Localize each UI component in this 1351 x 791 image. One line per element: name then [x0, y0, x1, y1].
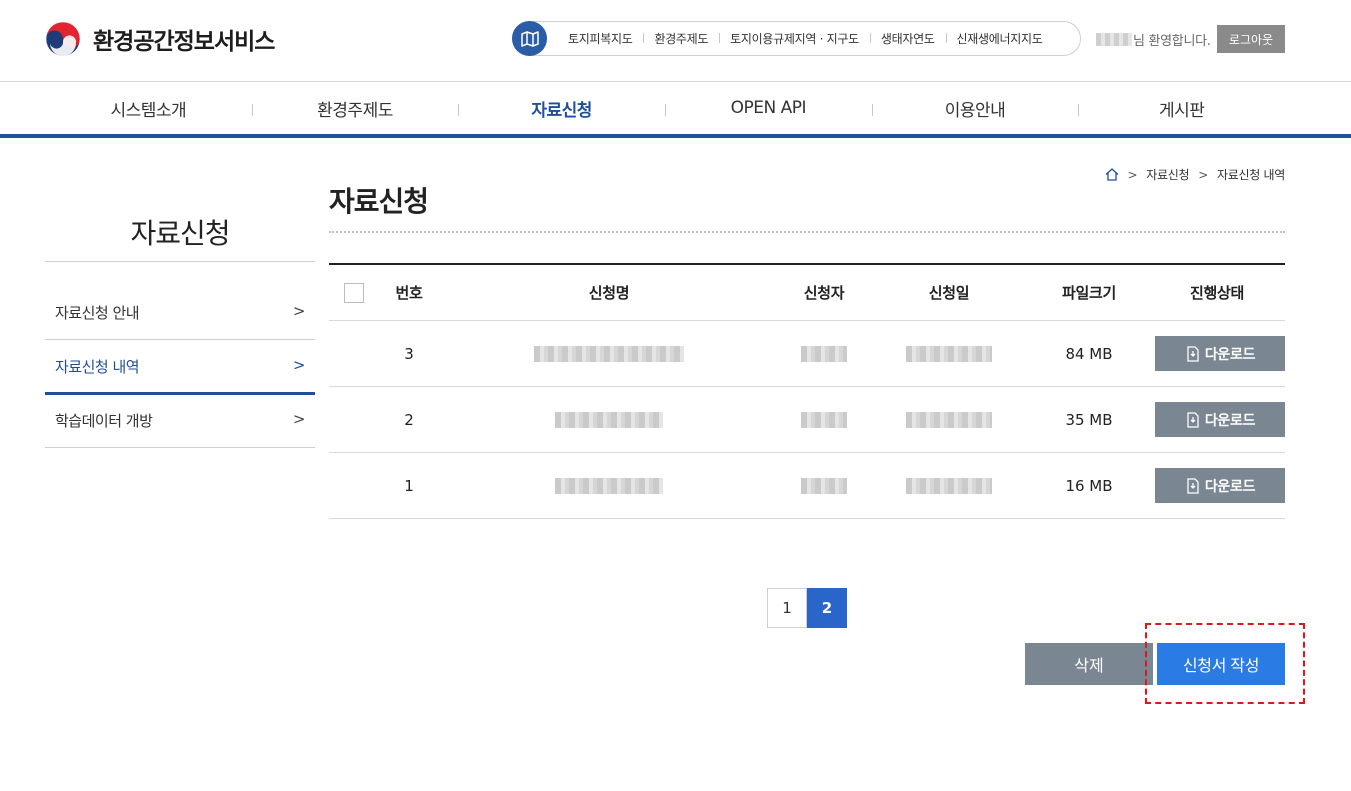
download-file-icon — [1187, 345, 1199, 362]
download-label: 다운로드 — [1204, 411, 1256, 428]
breadcrumb-item[interactable]: 자료신청 — [1146, 166, 1189, 183]
map-icon — [520, 30, 539, 47]
map-link-land-cover[interactable]: 토지피복지도 — [557, 30, 643, 47]
logout-button[interactable]: 로그아웃 — [1217, 25, 1285, 53]
nav-env-theme[interactable]: 환경주제도 — [251, 82, 459, 134]
date-redacted — [906, 477, 992, 494]
col-applicant: 신청자 — [803, 284, 845, 302]
chevron-right-icon: > — [292, 410, 306, 428]
side-menu-request-guide[interactable]: 자료신청 안내 > — [45, 286, 315, 340]
nav-open-api[interactable]: OPEN API — [665, 82, 872, 134]
applicant-redacted — [801, 477, 847, 494]
file-size: 84 MB — [1065, 344, 1113, 363]
col-request-name: 신청명 — [588, 284, 630, 302]
download-file-icon — [1187, 477, 1199, 494]
breadcrumb-current: 자료신청 내역 — [1217, 168, 1285, 182]
table-row[interactable]: 1 16 MB 다운로드 — [329, 453, 1285, 519]
request-history-table: 번호 신청명 신청자 신청일 파일크기 진행상태 3 84 MB 다운로드 2 — [329, 263, 1285, 519]
col-number: 번호 — [395, 284, 423, 302]
download-button[interactable]: 다운로드 — [1155, 402, 1285, 437]
map-link-env-theme[interactable]: 환경주제도 — [643, 30, 719, 47]
table-header: 번호 신청명 신청자 신청일 파일크기 진행상태 — [329, 265, 1285, 321]
download-button[interactable]: 다운로드 — [1155, 468, 1285, 503]
request-name-redacted — [555, 411, 663, 428]
date-redacted — [906, 411, 992, 428]
welcome-message: 님 환영합니다. — [1096, 30, 1211, 49]
highlight-box — [1145, 623, 1305, 704]
col-status: 진행상태 — [1189, 284, 1244, 302]
site-title: 환경공간정보서비스 — [93, 29, 275, 55]
title-divider — [329, 231, 1285, 233]
side-menu-title: 자료신청 — [130, 217, 230, 250]
select-all-checkbox[interactable] — [344, 282, 364, 303]
breadcrumb: > 자료신청 > 자료신청 내역 — [1105, 166, 1285, 183]
applicant-redacted — [801, 411, 847, 428]
row-number: 2 — [404, 410, 414, 429]
breadcrumb-separator: > — [1127, 167, 1138, 182]
table-row[interactable]: 3 84 MB 다운로드 — [329, 321, 1285, 387]
top-header: 환경공간정보서비스 토지피복지도 환경주제도 토지이용규제지역 · 지구도 생태… — [0, 0, 1351, 82]
map-link-renewable[interactable]: 신재생에너지지도 — [945, 30, 1054, 47]
row-number: 1 — [404, 476, 414, 495]
download-label: 다운로드 — [1204, 477, 1256, 494]
page-button-1[interactable]: 1 — [767, 588, 807, 628]
col-file-size: 파일크기 — [1061, 284, 1116, 302]
col-request-date: 신청일 — [928, 284, 970, 302]
government-emblem-icon — [45, 21, 81, 57]
map-links: 토지피복지도 환경주제도 토지이용규제지역 · 지구도 생태자연도 신재생에너지… — [557, 30, 1053, 47]
request-name-redacted — [555, 477, 663, 494]
page-button-2[interactable]: 2 — [807, 588, 847, 628]
chevron-right-icon: > — [292, 302, 306, 320]
site-logo[interactable]: 환경공간정보서비스 — [45, 21, 275, 57]
pagination: 1 2 — [767, 588, 847, 628]
file-size: 35 MB — [1065, 410, 1113, 429]
home-icon[interactable] — [1105, 168, 1119, 181]
main-navigation: 시스템소개 환경주제도 자료신청 OPEN API 이용안내 게시판 — [0, 82, 1351, 138]
map-icon-button[interactable] — [512, 21, 547, 56]
download-button[interactable]: 다운로드 — [1155, 336, 1285, 371]
breadcrumb-separator: > — [1198, 167, 1209, 182]
request-name-redacted — [534, 345, 684, 362]
side-menu-training-data[interactable]: 학습데이터 개방 > — [45, 394, 315, 448]
table-row[interactable]: 2 35 MB 다운로드 — [329, 387, 1285, 453]
nav-system-intro[interactable]: 시스템소개 — [45, 82, 252, 134]
welcome-text: 님 환영합니다. — [1133, 34, 1211, 49]
user-name-redacted — [1096, 33, 1132, 46]
nav-board[interactable]: 게시판 — [1078, 82, 1285, 134]
chevron-right-icon: > — [292, 356, 306, 374]
download-label: 다운로드 — [1204, 345, 1256, 362]
page-title: 자료신청 — [329, 185, 429, 218]
side-menu-label: 자료신청 내역 — [55, 357, 140, 376]
side-menu-divider — [45, 261, 315, 262]
nav-data-request[interactable]: 자료신청 — [458, 82, 665, 134]
delete-button[interactable]: 삭제 — [1025, 643, 1153, 685]
applicant-redacted — [801, 345, 847, 362]
nav-usage-guide[interactable]: 이용안내 — [871, 82, 1079, 134]
side-menu-label: 자료신청 안내 — [55, 304, 140, 322]
map-shortcut-bar: 토지피복지도 환경주제도 토지이용규제지역 · 지구도 생태자연도 신재생에너지… — [512, 21, 1081, 56]
side-menu-label: 학습데이터 개방 — [55, 412, 153, 430]
map-link-land-use[interactable]: 토지이용규제지역 · 지구도 — [719, 30, 870, 47]
row-number: 3 — [404, 344, 414, 363]
map-link-ecology[interactable]: 생태자연도 — [869, 30, 946, 47]
date-redacted — [906, 345, 992, 362]
download-file-icon — [1187, 411, 1199, 428]
side-menu-request-history[interactable]: 자료신청 내역 > — [45, 340, 315, 395]
file-size: 16 MB — [1065, 476, 1113, 495]
